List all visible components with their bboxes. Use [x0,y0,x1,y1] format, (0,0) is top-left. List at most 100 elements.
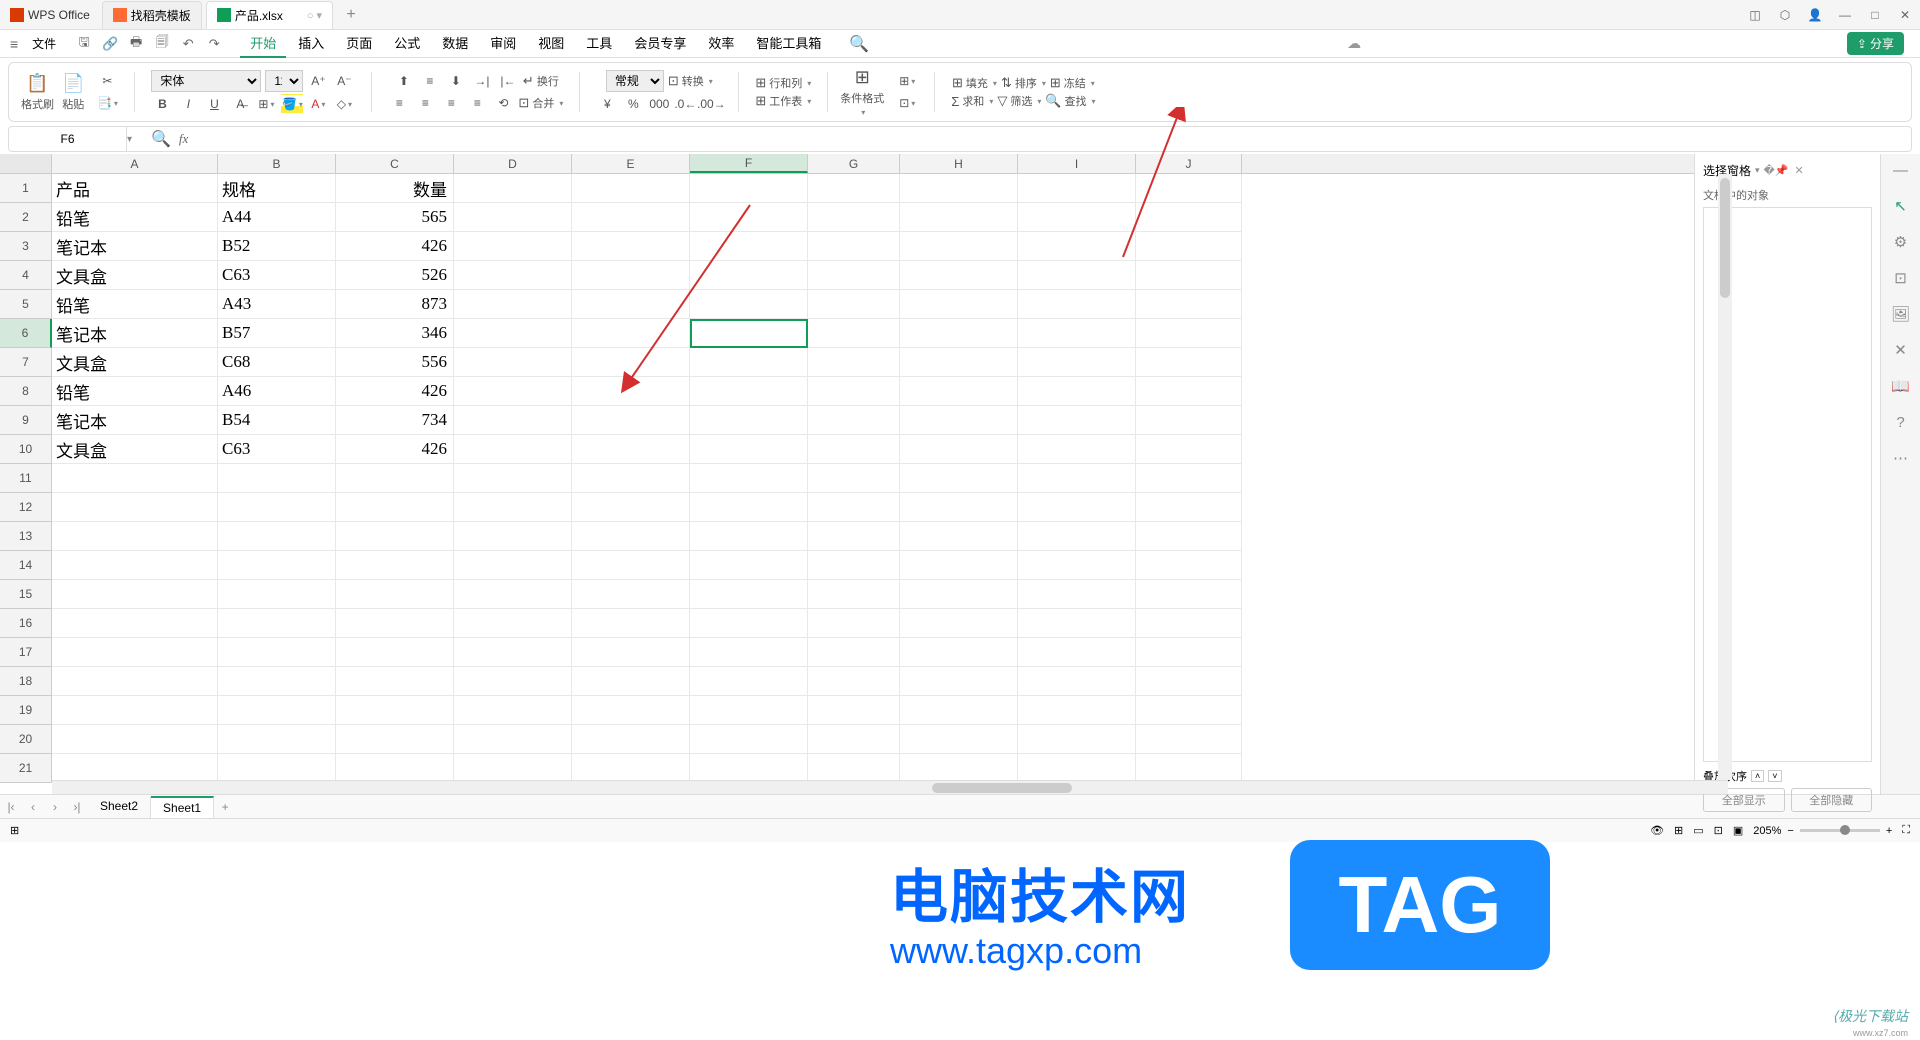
tab-document[interactable]: 产品.xlsx ○ ▾ [206,1,333,29]
cell[interactable] [690,435,808,464]
col-header-I[interactable]: I [1018,154,1136,173]
menu-tab-数据[interactable]: 数据 [432,29,478,58]
book-icon[interactable]: 📖 [1891,376,1911,396]
align-left-icon[interactable]: ≡ [388,93,410,113]
col-header-C[interactable]: C [336,154,454,173]
cell[interactable] [690,551,808,580]
cell[interactable] [454,406,572,435]
menu-tab-审阅[interactable]: 审阅 [480,29,526,58]
italic-button[interactable]: I [177,94,199,114]
cell[interactable] [336,522,454,551]
cell[interactable] [454,261,572,290]
col-header-D[interactable]: D [454,154,572,173]
cell[interactable] [572,696,690,725]
cell[interactable] [572,290,690,319]
select-all-corner[interactable] [0,154,52,173]
hide-all-button[interactable]: 全部隐藏 [1791,788,1873,812]
cell[interactable] [52,551,218,580]
first-sheet-icon[interactable]: |‹ [0,800,22,814]
table-style-icon[interactable]: ⊞ [896,71,918,91]
cell[interactable] [572,406,690,435]
row-header[interactable]: 1 [0,174,52,203]
cell[interactable] [218,725,336,754]
hamburger-icon[interactable]: ≡ [10,36,18,52]
cell[interactable] [690,290,808,319]
cell[interactable] [218,580,336,609]
cell[interactable] [690,232,808,261]
pin-icon[interactable]: �📌 [1764,164,1789,177]
wrap-button[interactable]: ↵换行 [523,73,559,89]
cell[interactable] [900,464,1018,493]
cell[interactable] [900,261,1018,290]
cell[interactable] [690,696,808,725]
underline-button[interactable]: U [203,94,225,114]
cell[interactable] [1136,406,1242,435]
cell[interactable] [52,493,218,522]
cell[interactable] [218,464,336,493]
cell[interactable] [336,667,454,696]
menu-tab-插入[interactable]: 插入 [288,29,334,58]
row-header[interactable]: 2 [0,203,52,232]
zoom-out-icon[interactable]: − [1787,825,1793,837]
cell[interactable] [218,638,336,667]
cell[interactable] [1136,725,1242,754]
cell[interactable] [1018,754,1136,783]
cell[interactable] [572,667,690,696]
cell[interactable] [808,174,900,203]
name-box[interactable]: F6 [9,127,127,151]
clear-format-button[interactable]: ◇ [333,94,355,114]
worksheet-button[interactable]: ⊞工作表 [755,93,811,109]
cell[interactable]: 产品 [52,174,218,203]
fill-button[interactable]: ⊞填充 [952,75,997,91]
collapse-icon[interactable]: — [1891,160,1911,180]
cell[interactable] [900,377,1018,406]
cell[interactable] [572,261,690,290]
cell[interactable] [808,638,900,667]
freeze-button[interactable]: ⊞冻结 [1050,75,1095,91]
cell[interactable]: 426 [336,377,454,406]
cell[interactable] [690,580,808,609]
col-header-G[interactable]: G [808,154,900,173]
cell[interactable] [808,522,900,551]
cell[interactable] [454,493,572,522]
row-header[interactable]: 14 [0,551,52,580]
cell[interactable] [690,203,808,232]
cell[interactable] [900,754,1018,783]
cell[interactable] [808,406,900,435]
sort-button[interactable]: ⇅排序 [1001,75,1046,91]
cell[interactable] [1136,551,1242,580]
cell[interactable] [336,464,454,493]
cell[interactable] [900,667,1018,696]
cell[interactable]: 文具盒 [52,348,218,377]
col-header-H[interactable]: H [900,154,1018,173]
cell[interactable] [900,174,1018,203]
cell[interactable]: 笔记本 [52,319,218,348]
cell[interactable] [336,696,454,725]
cell[interactable]: 734 [336,406,454,435]
cell[interactable]: 565 [336,203,454,232]
row-header[interactable]: 3 [0,232,52,261]
formula-input[interactable] [196,132,1901,147]
print-preview-icon[interactable]: 🗐 [154,36,170,52]
cell[interactable]: C68 [218,348,336,377]
more-icon[interactable]: ⋯ [1891,448,1911,468]
col-header-A[interactable]: A [52,154,218,173]
view-page-icon[interactable]: ⊡ [1714,824,1723,837]
cell[interactable] [808,261,900,290]
row-header[interactable]: 12 [0,493,52,522]
cell[interactable] [808,754,900,783]
row-header[interactable]: 18 [0,667,52,696]
cell[interactable] [52,754,218,783]
move-up-icon[interactable]: ˄ [1751,770,1764,782]
orientation-icon[interactable]: ⟲ [492,93,514,113]
row-header[interactable]: 9 [0,406,52,435]
cell[interactable] [808,348,900,377]
cell[interactable] [454,319,572,348]
decrease-decimal-icon[interactable]: .0← [674,94,696,114]
horizontal-scrollbar[interactable] [52,780,1694,794]
cell[interactable] [690,725,808,754]
cell[interactable] [808,725,900,754]
cell[interactable] [572,348,690,377]
cell[interactable] [336,609,454,638]
view-grid-icon[interactable]: ⊞ [1674,824,1683,837]
